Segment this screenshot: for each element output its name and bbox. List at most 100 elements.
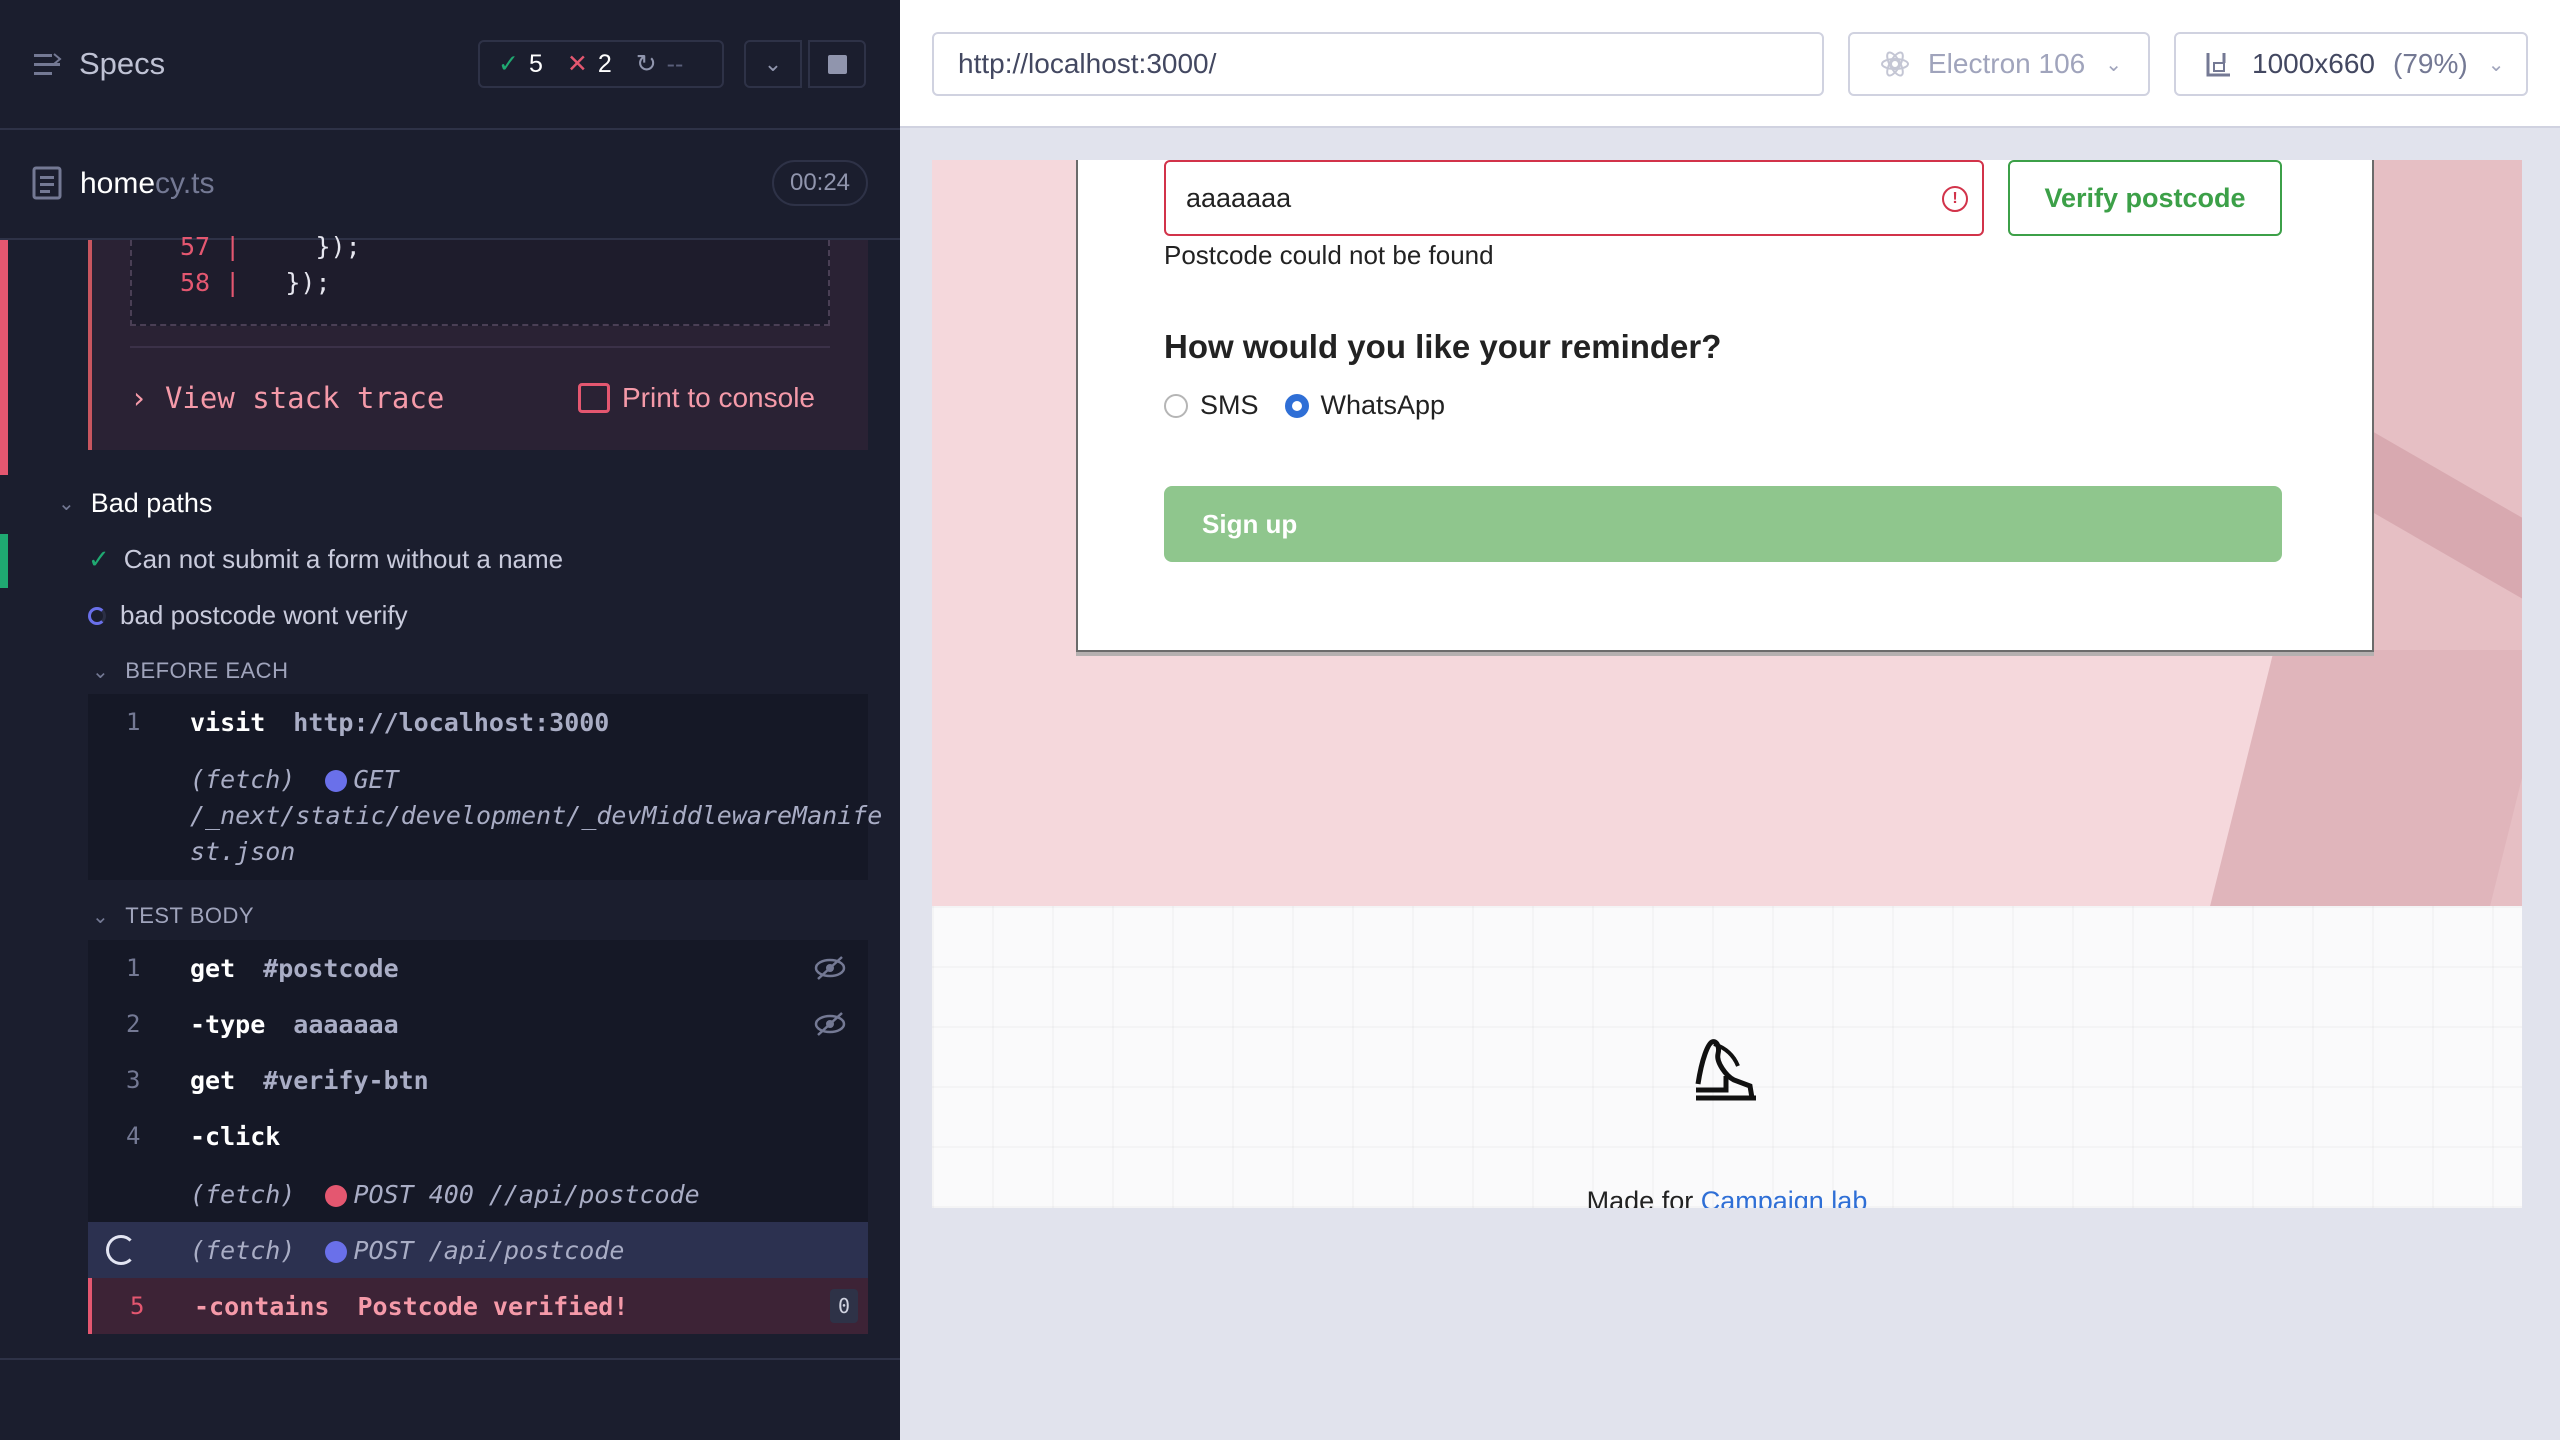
error-divider [130,346,830,348]
code-line: 57 | }); [180,232,361,261]
test-item-passed[interactable]: ✓ Can not submit a form without a name [88,544,563,575]
command-fetch-get[interactable]: (fetch) GET /_next/static/development/_d… [88,752,882,872]
spinner-icon: ↻ [635,50,657,78]
radio-sms-label[interactable]: SMS [1200,390,1259,421]
specs-title[interactable]: Specs [79,46,165,82]
chevron-down-icon: ⌄ [92,660,110,683]
command-number: 2 [126,1010,141,1038]
command-number: 3 [126,1066,141,1094]
command-fetch-post-400[interactable]: (fetch) POST 400 //api/postcode [88,1166,868,1222]
print-icon [578,383,610,413]
command-name: -type aaaaaaa [190,1010,399,1039]
stack-trace-label: View stack trace [164,381,445,415]
code-line-text: }); [255,232,361,261]
view-stack-trace-button[interactable]: › View stack trace [130,381,444,415]
command-get-verify-btn[interactable]: 3 get #verify-btn [88,1052,868,1108]
campaign-lab-link[interactable]: Campaign lab [1701,1186,1868,1208]
code-line: 58 | }); [180,268,331,297]
eye-slash-icon[interactable] [814,955,846,981]
viewport-info[interactable]: 1000x660 (79%) ⌄ [2174,32,2528,96]
stop-icon [827,54,847,74]
fetch-detail: POST 400 //api/postcode [353,1179,700,1209]
hook-test-body[interactable]: ⌄ TEST BODY [92,903,254,929]
command-type[interactable]: 2 -type aaaaaaa [88,996,868,1052]
command-name: -click [190,1122,280,1151]
sign-up-button[interactable]: Sign up [1164,486,2282,562]
made-for-text: Made for Campaign lab [932,1186,2522,1208]
fetch-path-cont: st.json [190,837,296,866]
signup-form-card: aaaaaaa ! Verify postcode Postcode could… [1076,160,2374,652]
radio-whatsapp-label[interactable]: WhatsApp [1321,390,1446,421]
verify-postcode-button[interactable]: Verify postcode [2008,160,2282,236]
command-name-text: get [190,1065,236,1095]
command-click[interactable]: 4 -click [88,1108,868,1164]
hook-label: BEFORE EACH [125,658,289,683]
code-line-number: 58 [180,268,211,297]
failed-test-stripe [0,240,8,475]
stop-button[interactable] [808,40,866,88]
command-message: Postcode verified! [357,1291,629,1321]
browser-selector[interactable]: Electron 106 ⌄ [1848,32,2150,96]
browser-icon [1881,51,1909,77]
warning-icon: ! [1942,186,1968,212]
command-name-text: -type [190,1009,266,1039]
spec-file-ext: cy.ts [155,167,215,200]
menu-icon[interactable] [32,50,62,80]
fetch-text: (fetch) POST /api/postcode [190,1236,624,1265]
eye-slash-icon[interactable] [814,1011,846,1037]
code-line-text: }); [255,268,331,297]
command-get-postcode[interactable]: 1 get #postcode [88,940,868,996]
command-visit[interactable]: 1 visit http://localhost:3000 [88,694,868,750]
radio-whatsapp[interactable] [1284,393,1309,418]
spinner-icon [106,1235,136,1265]
status-dot [325,1184,348,1207]
code-line-number: 57 [180,232,211,261]
x-icon: ✕ [566,50,588,78]
postcode-input[interactable]: aaaaaaa ! [1164,160,1984,236]
fetch-prefix: (fetch) [190,765,296,794]
hook-label: TEST BODY [125,903,255,928]
check-icon: ✓ [88,544,110,574]
command-message: #verify-btn [263,1065,429,1095]
hook-before-each[interactable]: ⌄ BEFORE EACH [92,658,288,684]
print-console-label: Print to console [622,382,815,413]
chevron-down-icon: ⌄ [2487,53,2505,76]
url-bar[interactable]: http://localhost:3000/ [932,32,1824,96]
command-message: aaaaaaa [293,1009,399,1039]
chevron-down-icon: ⌄ [2105,53,2122,76]
browser-label: Electron 106 [1928,48,2086,79]
chevron-down-icon[interactable]: ⌄ [744,40,802,88]
test-title: Can not submit a form without a name [123,544,564,574]
spec-file-base: home [80,167,156,200]
command-name-text: get [190,953,236,983]
aut-panel: http://localhost:3000/ Electron 106 ⌄ 10… [900,0,2560,1440]
postcode-value: aaaaaaa [1186,182,1292,213]
radio-sms[interactable] [1164,393,1188,418]
postcode-error-message: Postcode could not be found [1164,240,1494,270]
aut-header: http://localhost:3000/ Electron 106 ⌄ 10… [900,0,2560,128]
print-to-console-button[interactable]: Print to console [578,382,815,414]
suite-title[interactable]: ⌄ Bad paths [58,488,212,519]
app-iframe: Made for Campaign lab aaaaaaa ! Verify p… [932,160,2522,1208]
reporter-footer-divider [0,1358,900,1360]
command-name-text: -click [190,1121,281,1151]
check-icon: ✓ [498,50,519,78]
command-contains-failed[interactable]: 5 -contains Postcode verified! 0 [88,1278,868,1334]
command-message: #postcode [263,953,399,983]
test-item-running[interactable]: bad postcode wont verify [88,600,408,631]
command-name-text: -contains [194,1291,330,1321]
spec-file-name[interactable]: homecy.ts [80,167,215,201]
background-shape [2210,650,2522,906]
command-number: 1 [126,708,141,736]
file-icon [32,166,62,200]
fetch-path: /_next/static/development/_devMiddleware… [190,801,883,830]
status-dot [325,1240,348,1263]
reminder-options: SMS WhatsApp [1164,390,1445,421]
reminder-heading: How would you like your reminder? [1164,328,1722,365]
test-title: bad postcode wont verify [120,600,408,630]
reporter-panel: Specs ✓ 5 ✕ 2 ↻ -- ⌄ homecy.ts 00:24 57 | }… [0,0,900,1440]
chevron-right-icon: › [130,381,148,415]
command-fetch-post-pending[interactable]: (fetch) POST /api/postcode [88,1222,868,1278]
command-name: visit http://localhost:3000 [190,708,609,737]
viewport-icon [2206,53,2230,77]
